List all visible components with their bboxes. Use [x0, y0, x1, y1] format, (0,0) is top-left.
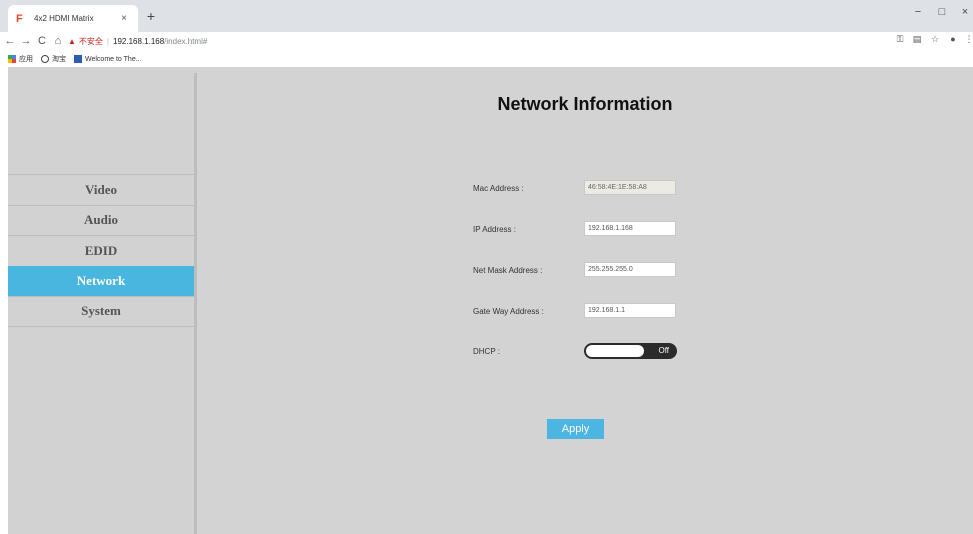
- mac-address-label: Mac Address :: [473, 184, 524, 193]
- bookmark-label: Welcome to The...: [85, 55, 142, 63]
- bookmark-taobao[interactable]: 淘宝: [41, 54, 66, 64]
- sidebar: Video Audio EDID Network System: [8, 67, 194, 534]
- dhcp-label: DHCP :: [473, 347, 500, 356]
- profile-icon[interactable]: ●: [946, 34, 960, 44]
- globe-icon: [41, 55, 49, 63]
- gateway-field[interactable]: 192.168.1.1: [584, 303, 676, 318]
- bookmarks-bar: 应用 淘宝 Welcome to The...: [0, 51, 973, 67]
- home-icon[interactable]: ⌂: [51, 35, 65, 47]
- security-warning[interactable]: 不安全: [79, 36, 103, 47]
- url-host: 192.168.1.168: [113, 37, 165, 46]
- browser-chrome: F 4x2 HDMI Matrix × + − □ × ← → C ⌂ ▲ 不安…: [0, 0, 973, 67]
- site-icon: [74, 55, 82, 63]
- sidebar-item-edid[interactable]: EDID: [8, 235, 194, 266]
- tab-strip: F 4x2 HDMI Matrix × + − □ ×: [0, 0, 973, 32]
- sidebar-item-network[interactable]: Network: [8, 265, 194, 296]
- sidebar-item-video[interactable]: Video: [8, 174, 194, 205]
- ip-address-label: IP Address :: [473, 225, 516, 234]
- ip-address-field[interactable]: 192.168.1.168: [584, 221, 676, 236]
- tab-title: 4x2 HDMI Matrix: [34, 14, 94, 23]
- apply-button[interactable]: Apply: [547, 419, 604, 439]
- sidebar-item-audio[interactable]: Audio: [8, 204, 194, 236]
- reload-icon[interactable]: C: [35, 35, 49, 47]
- dhcp-toggle[interactable]: Off: [584, 343, 677, 359]
- page-viewport: Video Audio EDID Network System Network …: [0, 67, 973, 534]
- network-panel: Network Information Mac Address : 46:58:…: [197, 67, 973, 534]
- page-margin: [0, 67, 8, 534]
- menu-icon[interactable]: ⋮: [962, 34, 973, 45]
- net-mask-label: Net Mask Address :: [473, 266, 543, 275]
- apps-icon: [8, 55, 16, 63]
- new-tab-icon[interactable]: +: [143, 8, 159, 24]
- net-mask-field[interactable]: 255.255.255.0: [584, 262, 676, 277]
- page-title: Network Information: [497, 94, 673, 114]
- bookmark-apps[interactable]: 应用: [8, 54, 33, 64]
- back-icon[interactable]: ←: [3, 35, 17, 47]
- bookmark-label: 淘宝: [52, 56, 66, 63]
- favicon-icon: F: [16, 12, 23, 25]
- forward-icon[interactable]: →: [19, 35, 33, 47]
- minimize-icon[interactable]: −: [911, 6, 925, 18]
- tab-close-icon[interactable]: ×: [118, 13, 130, 24]
- bookmark-label: 应用: [19, 56, 33, 63]
- dhcp-state: Off: [658, 346, 669, 355]
- translate-icon[interactable]: ▤: [910, 34, 924, 45]
- toggle-knob: [586, 345, 644, 357]
- sidebar-menu: Video Audio EDID Network System: [8, 174, 194, 327]
- warning-icon: ▲: [68, 37, 76, 46]
- address-bar[interactable]: ▲ 不安全 | 192.168.1.168 /index.html#: [68, 34, 868, 49]
- gateway-label: Gate Way Address :: [473, 307, 544, 316]
- key-icon[interactable]: ⚿: [893, 34, 907, 45]
- star-icon[interactable]: ☆: [928, 34, 942, 45]
- url-separator: |: [106, 37, 109, 46]
- url-path: /index.html#: [164, 37, 208, 46]
- bookmark-welcome[interactable]: Welcome to The...: [74, 55, 142, 63]
- browser-tab[interactable]: F 4x2 HDMI Matrix ×: [8, 5, 138, 32]
- maximize-icon[interactable]: □: [935, 6, 949, 18]
- sidebar-item-system[interactable]: System: [8, 296, 194, 327]
- mac-address-field: 46:58:4E:1E:58:A8: [584, 180, 676, 195]
- window-close-icon[interactable]: ×: [958, 6, 972, 18]
